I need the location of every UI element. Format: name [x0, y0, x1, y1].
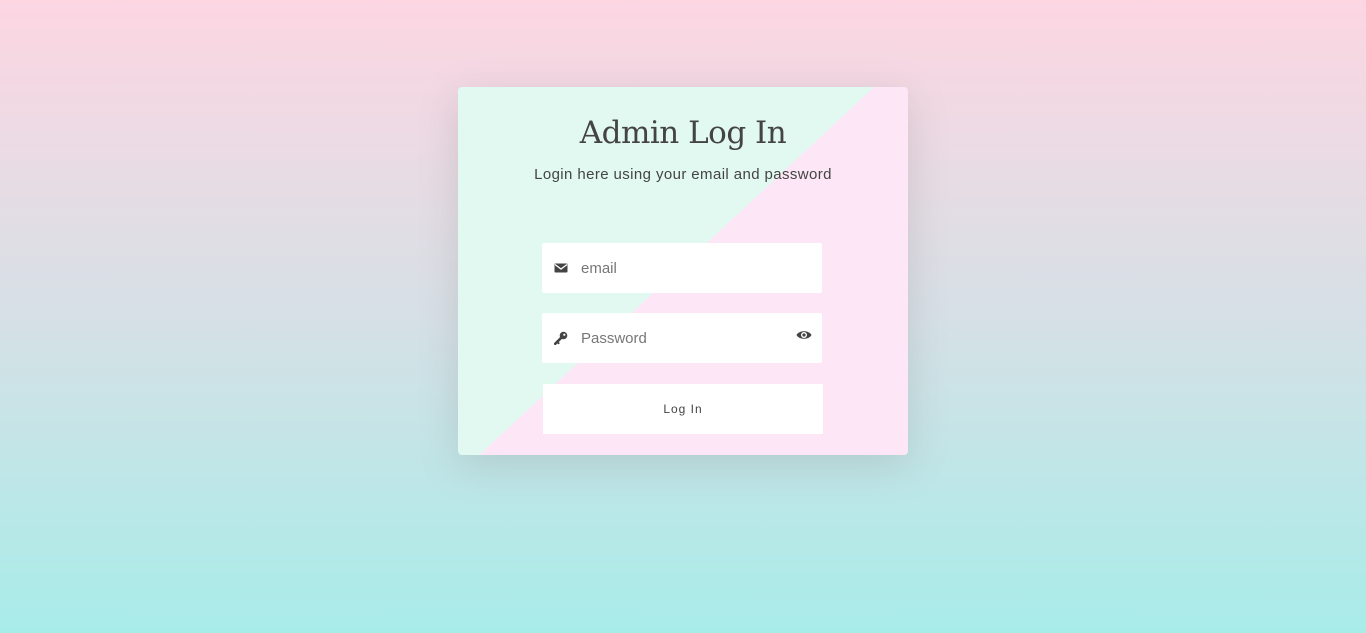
password-input[interactable]	[581, 313, 781, 363]
page-title: Admin Log In	[579, 115, 787, 151]
email-field-container	[542, 243, 822, 293]
envelope-icon	[554, 263, 568, 273]
email-input[interactable]	[581, 243, 781, 293]
login-card: Admin Log In Login here using your email…	[458, 87, 908, 455]
eye-icon[interactable]	[796, 328, 812, 342]
key-icon	[554, 331, 568, 345]
password-field-container	[542, 313, 822, 363]
login-subtitle: Login here using your email and password	[534, 166, 832, 183]
login-button[interactable]: Log In	[543, 384, 823, 434]
